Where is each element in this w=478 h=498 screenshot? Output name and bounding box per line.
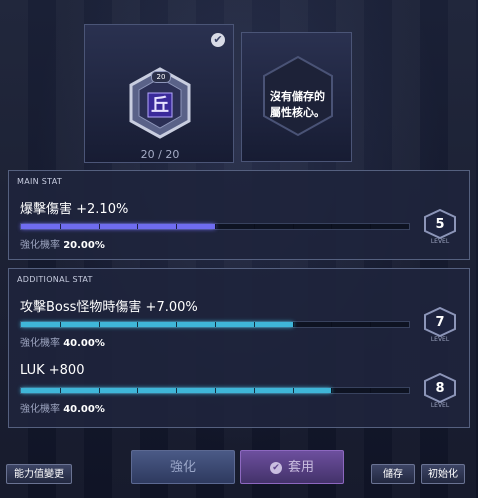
change-stat-button[interactable]: 能力值變更 — [6, 464, 72, 484]
additional-stat-1-name: 攻擊Boss怪物時傷害 +7.00% — [20, 300, 198, 315]
additional-stat-1-level-number: 7 — [435, 315, 445, 330]
bar-segment-divider — [59, 322, 61, 327]
additional-stat-1-level: 7 LEVEL — [423, 306, 457, 345]
apply-check-icon: ✔ — [269, 461, 282, 474]
main-stat-level: 5 LEVEL — [423, 208, 457, 247]
bar-segment-divider — [292, 322, 294, 327]
additional-stat-title: ADDITIONAL STAT — [17, 275, 93, 284]
bar-segment-divider — [370, 322, 372, 327]
bar-segment-divider — [59, 224, 61, 229]
apply-button-label: 套用 — [287, 460, 314, 475]
core-count: 20 / 20 — [140, 148, 180, 161]
bar-segment-divider — [370, 224, 372, 229]
additional-stat-2-level-label: LEVEL — [430, 402, 450, 409]
additional-stat-2-level: 8 LEVEL — [423, 372, 457, 411]
bar-segment-divider — [292, 388, 294, 393]
empty-slot-line2: 屬性核心。 — [270, 106, 325, 119]
additional-stat-2-bar — [20, 387, 410, 394]
main-stat-prob-label: 強化機率 — [20, 240, 60, 251]
bar-segment-divider — [98, 322, 100, 327]
bar-segment-divider — [137, 388, 139, 393]
main-stat-bar-fill — [21, 224, 215, 229]
empty-slot-line1: 沒有儲存的 — [270, 90, 325, 103]
core-slot-empty[interactable]: 沒有儲存的 屬性核心。 — [241, 32, 352, 162]
main-stat-title: MAIN STAT — [17, 177, 63, 186]
core-glyph: 丘 — [151, 95, 169, 116]
additional-stat-1-bar-fill — [21, 322, 293, 327]
bar-segment-divider — [176, 224, 178, 229]
additional-stat-2-level-number: 8 — [435, 381, 445, 396]
save-button[interactable]: 儲存 — [371, 464, 415, 484]
main-stat-prob: 強化機率 20.00% — [20, 236, 105, 251]
bar-segment-divider — [253, 322, 255, 327]
additional-stat-1-prob-value: 40.00% — [63, 338, 105, 349]
bar-segment-divider — [331, 322, 333, 327]
bar-segment-divider — [59, 388, 61, 393]
main-stat-name: 爆擊傷害 +2.10% — [20, 202, 129, 217]
enhance-button[interactable]: 強化 — [131, 450, 235, 484]
main-stat-level-number: 5 — [435, 217, 445, 232]
reset-button[interactable]: 初始化 — [421, 464, 465, 484]
bar-segment-divider — [215, 322, 216, 327]
additional-stat-2-prob-label: 強化機率 — [20, 404, 60, 415]
additional-stat-2-prob: 強化機率 40.00% — [20, 400, 105, 415]
bar-segment-divider — [176, 388, 178, 393]
additional-stat-panel: ADDITIONAL STAT 攻擊Boss怪物時傷害 +7.00% 強化機率 … — [8, 268, 470, 428]
check-icon: ✔ — [211, 33, 225, 47]
core-slot-selected[interactable]: ✔ 20 丘 20 / 20 — [84, 24, 234, 163]
main-stat-level-label: LEVEL — [430, 238, 450, 245]
bar-segment-divider — [98, 388, 100, 393]
bar-segment-divider — [137, 224, 139, 229]
additional-stat-1-prob-label: 強化機率 — [20, 338, 60, 349]
main-stat-panel: MAIN STAT 爆擊傷害 +2.10% 強化機率 20.00% 5 LEVE… — [8, 170, 470, 260]
core-level-badge: 20 — [151, 71, 171, 83]
bar-segment-divider — [137, 322, 139, 327]
bar-segment-divider — [215, 388, 216, 393]
additional-stat-2-prob-value: 40.00% — [63, 404, 105, 415]
main-stat-prob-value: 20.00% — [63, 240, 105, 251]
empty-slot-text: 沒有儲存的 屬性核心。 — [242, 89, 353, 121]
bar-segment-divider — [253, 388, 255, 393]
additional-stat-1-bar — [20, 321, 410, 328]
additional-stat-1-prob: 強化機率 40.00% — [20, 334, 105, 349]
bar-segment-divider — [215, 224, 216, 229]
main-stat-bar — [20, 223, 410, 230]
additional-stat-1-level-label: LEVEL — [430, 336, 450, 343]
additional-stat-2-name: LUK +800 — [20, 363, 85, 378]
bar-segment-divider — [176, 322, 178, 327]
bar-segment-divider — [253, 224, 255, 229]
bar-segment-divider — [370, 388, 372, 393]
bar-segment-divider — [331, 388, 333, 393]
bar-segment-divider — [292, 224, 294, 229]
bar-segment-divider — [98, 224, 100, 229]
bar-segment-divider — [331, 224, 333, 229]
apply-button[interactable]: ✔ 套用 — [240, 450, 344, 484]
